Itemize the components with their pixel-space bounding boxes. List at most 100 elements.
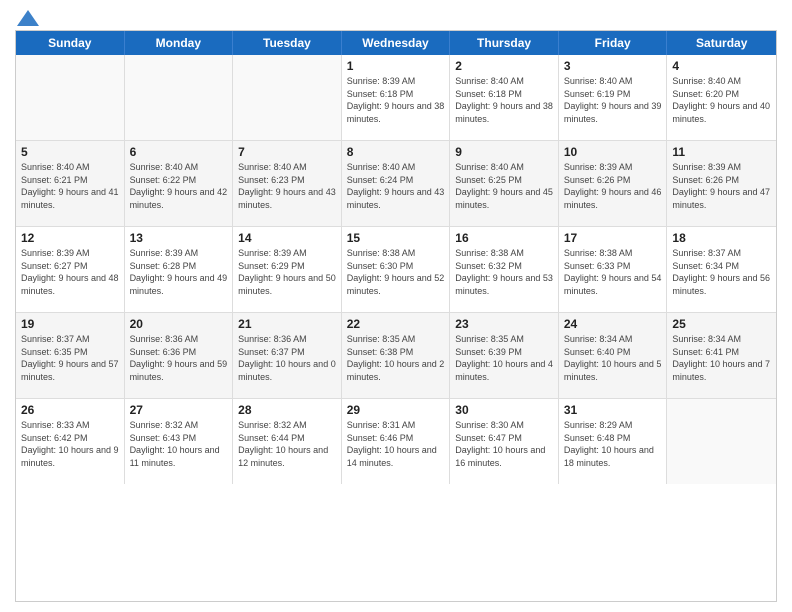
day-info: Sunrise: 8:29 AM Sunset: 6:48 PM Dayligh…	[564, 419, 662, 469]
calendar-row-0: 1Sunrise: 8:39 AM Sunset: 6:18 PM Daylig…	[16, 55, 776, 141]
calendar-row-2: 12Sunrise: 8:39 AM Sunset: 6:27 PM Dayli…	[16, 227, 776, 313]
day-number: 5	[21, 145, 119, 159]
day-cell-7: 7 Sunrise: 8:40 AM Sunset: 6:23 PM Daylig…	[233, 141, 342, 226]
day-info: Sunrise: 8:37 AM Sunset: 6:35 PM Dayligh…	[21, 333, 119, 383]
day-number: 12	[21, 231, 119, 245]
day-cell-5: 5 Sunrise: 8:40 AM Sunset: 6:21 PM Daylig…	[16, 141, 125, 226]
day-number: 23	[455, 317, 553, 331]
day-info: Sunrise: 8:38 AM Sunset: 6:33 PM Dayligh…	[564, 247, 662, 297]
day-cell-22: 22Sunrise: 8:35 AM Sunset: 6:38 PM Dayli…	[342, 313, 451, 398]
day-number: 20	[130, 317, 228, 331]
day-number: 11	[672, 145, 771, 159]
day-info: Sunrise: 8:40 AM Sunset: 6:22 PM Dayligh…	[130, 161, 228, 211]
day-cell-18: 18Sunrise: 8:37 AM Sunset: 6:34 PM Dayli…	[667, 227, 776, 312]
header	[15, 10, 777, 22]
day-info: Sunrise: 8:40 AM Sunset: 6:25 PM Dayligh…	[455, 161, 553, 211]
day-info: Sunrise: 8:40 AM Sunset: 6:18 PM Dayligh…	[455, 75, 553, 125]
day-cell-11: 11Sunrise: 8:39 AM Sunset: 6:26 PM Dayli…	[667, 141, 776, 226]
day-info: Sunrise: 8:34 AM Sunset: 6:40 PM Dayligh…	[564, 333, 662, 383]
day-number: 27	[130, 403, 228, 417]
day-number: 8	[347, 145, 445, 159]
day-number: 4	[672, 59, 771, 73]
header-day-friday: Friday	[559, 31, 668, 55]
day-info: Sunrise: 8:33 AM Sunset: 6:42 PM Dayligh…	[21, 419, 119, 469]
day-cell-30: 30 Sunrise: 8:30 AM Sunset: 6:47 PM Dayli…	[450, 399, 559, 484]
day-cell-29: 29 Sunrise: 8:31 AM Sunset: 6:46 PM Dayli…	[342, 399, 451, 484]
day-number: 2	[455, 59, 553, 73]
day-cell-13: 13 Sunrise: 8:39 AM Sunset: 6:28 PM Dayli…	[125, 227, 234, 312]
page: SundayMondayTuesdayWednesdayThursdayFrid…	[0, 0, 792, 612]
day-info: Sunrise: 8:38 AM Sunset: 6:32 PM Dayligh…	[455, 247, 553, 297]
day-info: Sunrise: 8:39 AM Sunset: 6:29 PM Dayligh…	[238, 247, 336, 297]
header-day-tuesday: Tuesday	[233, 31, 342, 55]
header-day-sunday: Sunday	[16, 31, 125, 55]
day-number: 24	[564, 317, 662, 331]
header-day-saturday: Saturday	[667, 31, 776, 55]
day-cell-14: 14 Sunrise: 8:39 AM Sunset: 6:29 PM Dayli…	[233, 227, 342, 312]
calendar-row-4: 26 Sunrise: 8:33 AM Sunset: 6:42 PM Dayli…	[16, 399, 776, 484]
day-info: Sunrise: 8:39 AM Sunset: 6:26 PM Dayligh…	[564, 161, 662, 211]
day-cell-21: 21 Sunrise: 8:36 AM Sunset: 6:37 PM Dayli…	[233, 313, 342, 398]
day-info: Sunrise: 8:31 AM Sunset: 6:46 PM Dayligh…	[347, 419, 445, 469]
day-number: 30	[455, 403, 553, 417]
day-cell-24: 24 Sunrise: 8:34 AM Sunset: 6:40 PM Dayli…	[559, 313, 668, 398]
day-cell-3: 3 Sunrise: 8:40 AM Sunset: 6:19 PM Daylig…	[559, 55, 668, 140]
day-cell-8: 8 Sunrise: 8:40 AM Sunset: 6:24 PM Daylig…	[342, 141, 451, 226]
day-cell-26: 26 Sunrise: 8:33 AM Sunset: 6:42 PM Dayli…	[16, 399, 125, 484]
day-cell-16: 16 Sunrise: 8:38 AM Sunset: 6:32 PM Dayli…	[450, 227, 559, 312]
day-number: 31	[564, 403, 662, 417]
day-info: Sunrise: 8:40 AM Sunset: 6:24 PM Dayligh…	[347, 161, 445, 211]
day-cell-4: 4Sunrise: 8:40 AM Sunset: 6:20 PM Daylig…	[667, 55, 776, 140]
day-cell-15: 15 Sunrise: 8:38 AM Sunset: 6:30 PM Dayli…	[342, 227, 451, 312]
day-info: Sunrise: 8:38 AM Sunset: 6:30 PM Dayligh…	[347, 247, 445, 297]
day-cell-23: 23 Sunrise: 8:35 AM Sunset: 6:39 PM Dayli…	[450, 313, 559, 398]
empty-cell-r0c1	[125, 55, 234, 140]
day-number: 14	[238, 231, 336, 245]
day-cell-12: 12Sunrise: 8:39 AM Sunset: 6:27 PM Dayli…	[16, 227, 125, 312]
day-number: 13	[130, 231, 228, 245]
day-info: Sunrise: 8:40 AM Sunset: 6:23 PM Dayligh…	[238, 161, 336, 211]
calendar-body: 1Sunrise: 8:39 AM Sunset: 6:18 PM Daylig…	[16, 55, 776, 484]
day-number: 19	[21, 317, 119, 331]
calendar-row-3: 19 Sunrise: 8:37 AM Sunset: 6:35 PM Dayli…	[16, 313, 776, 399]
empty-cell-r0c0	[16, 55, 125, 140]
day-cell-10: 10 Sunrise: 8:39 AM Sunset: 6:26 PM Dayli…	[559, 141, 668, 226]
day-cell-17: 17 Sunrise: 8:38 AM Sunset: 6:33 PM Dayli…	[559, 227, 668, 312]
empty-cell-r0c2	[233, 55, 342, 140]
day-info: Sunrise: 8:36 AM Sunset: 6:37 PM Dayligh…	[238, 333, 336, 383]
day-cell-27: 27Sunrise: 8:32 AM Sunset: 6:43 PM Dayli…	[125, 399, 234, 484]
day-info: Sunrise: 8:37 AM Sunset: 6:34 PM Dayligh…	[672, 247, 771, 297]
day-number: 3	[564, 59, 662, 73]
day-number: 21	[238, 317, 336, 331]
day-number: 15	[347, 231, 445, 245]
day-info: Sunrise: 8:30 AM Sunset: 6:47 PM Dayligh…	[455, 419, 553, 469]
day-cell-28: 28Sunrise: 8:32 AM Sunset: 6:44 PM Dayli…	[233, 399, 342, 484]
day-info: Sunrise: 8:35 AM Sunset: 6:39 PM Dayligh…	[455, 333, 553, 383]
day-cell-25: 25Sunrise: 8:34 AM Sunset: 6:41 PM Dayli…	[667, 313, 776, 398]
day-cell-19: 19 Sunrise: 8:37 AM Sunset: 6:35 PM Dayli…	[16, 313, 125, 398]
day-cell-6: 6 Sunrise: 8:40 AM Sunset: 6:22 PM Daylig…	[125, 141, 234, 226]
calendar-header: SundayMondayTuesdayWednesdayThursdayFrid…	[16, 31, 776, 55]
logo-icon	[17, 10, 39, 26]
day-number: 16	[455, 231, 553, 245]
day-number: 26	[21, 403, 119, 417]
day-info: Sunrise: 8:39 AM Sunset: 6:28 PM Dayligh…	[130, 247, 228, 297]
day-info: Sunrise: 8:35 AM Sunset: 6:38 PM Dayligh…	[347, 333, 445, 383]
day-number: 9	[455, 145, 553, 159]
day-cell-31: 31 Sunrise: 8:29 AM Sunset: 6:48 PM Dayli…	[559, 399, 668, 484]
day-number: 7	[238, 145, 336, 159]
day-info: Sunrise: 8:34 AM Sunset: 6:41 PM Dayligh…	[672, 333, 771, 383]
logo	[15, 10, 39, 22]
header-day-monday: Monday	[125, 31, 234, 55]
day-number: 6	[130, 145, 228, 159]
day-number: 17	[564, 231, 662, 245]
day-info: Sunrise: 8:32 AM Sunset: 6:44 PM Dayligh…	[238, 419, 336, 469]
day-info: Sunrise: 8:40 AM Sunset: 6:19 PM Dayligh…	[564, 75, 662, 125]
header-day-wednesday: Wednesday	[342, 31, 451, 55]
day-info: Sunrise: 8:40 AM Sunset: 6:21 PM Dayligh…	[21, 161, 119, 211]
day-info: Sunrise: 8:36 AM Sunset: 6:36 PM Dayligh…	[130, 333, 228, 383]
day-number: 29	[347, 403, 445, 417]
day-info: Sunrise: 8:39 AM Sunset: 6:18 PM Dayligh…	[347, 75, 445, 125]
day-number: 10	[564, 145, 662, 159]
day-cell-1: 1Sunrise: 8:39 AM Sunset: 6:18 PM Daylig…	[342, 55, 451, 140]
